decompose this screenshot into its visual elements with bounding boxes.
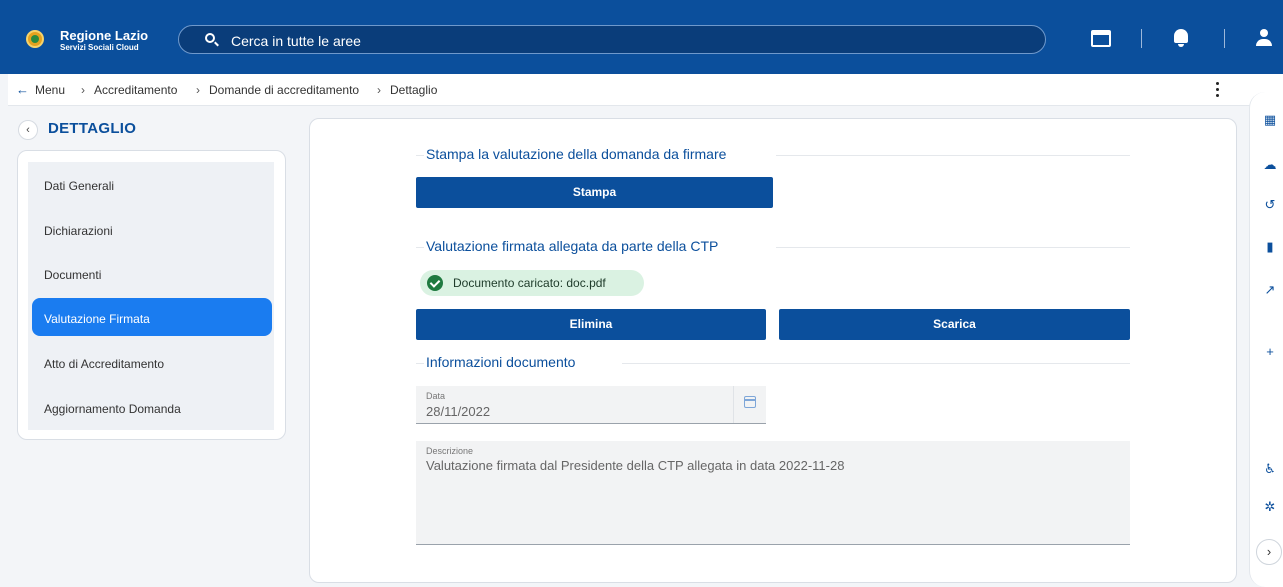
section-rule <box>776 155 1130 156</box>
section-title-print: Stampa la valutazione della domanda da f… <box>426 146 727 162</box>
section-title-signed: Valutazione firmata allegata da parte de… <box>426 238 719 254</box>
section-rule <box>416 155 424 156</box>
nav-item-aggiornamento-domanda[interactable]: Aggiornamento Domanda <box>32 388 272 426</box>
brand-subtitle: Servizi Sociali Cloud <box>60 43 139 52</box>
weather-icon[interactable]: ☁ <box>1263 158 1277 172</box>
header-divider <box>1141 29 1142 48</box>
breadcrumb-separator: › <box>81 83 85 97</box>
breadcrumb-dettaglio: Dettaglio <box>390 83 438 97</box>
section-rule <box>622 363 1130 364</box>
section-rule <box>416 363 424 364</box>
description-field-label: Descrizione <box>426 446 474 456</box>
global-search-input[interactable]: Cerca in tutte le aree <box>178 25 1046 54</box>
history-icon[interactable]: ↺ <box>1263 198 1277 212</box>
breadcrumb-separator: › <box>196 83 200 97</box>
nav-item-dichiarazioni[interactable]: Dichiarazioni <box>32 210 272 248</box>
brand-title: Regione Lazio <box>60 28 149 43</box>
breadcrumb: ← Menu › Accreditamento › Domande di acc… <box>8 74 1283 106</box>
more-options-icon[interactable] <box>1216 82 1220 98</box>
date-field-label: Data <box>426 391 446 401</box>
window-icon[interactable] <box>1091 30 1111 47</box>
bookmark-icon[interactable]: ▮ <box>1263 240 1277 254</box>
nav-item-valutazione-firmata[interactable]: Valutazione Firmata <box>32 298 272 336</box>
section-rule <box>776 247 1130 248</box>
sidebar-title: DETTAGLIO <box>48 120 137 137</box>
breadcrumb-separator: › <box>377 83 381 97</box>
accessibility-icon[interactable]: ♿ <box>1263 462 1277 476</box>
breadcrumb-menu[interactable]: Menu <box>35 83 65 97</box>
notifications-bell-icon[interactable] <box>1174 29 1188 47</box>
uploaded-document-chip: Documento caricato: doc.pdf <box>420 270 644 296</box>
breadcrumb-domande[interactable]: Domande di accreditamento <box>209 83 359 97</box>
date-field-value: 28/11/2022 <box>426 404 491 419</box>
description-field[interactable]: Descrizione Valutazione firmata dal Pres… <box>416 441 1130 545</box>
check-circle-icon <box>427 275 443 291</box>
date-field[interactable]: Data 28/11/2022 <box>416 386 766 424</box>
search-icon <box>205 33 215 43</box>
section-title-info: Informazioni documento <box>426 354 576 370</box>
nav-item-atto-accreditamento[interactable]: Atto di Accreditamento <box>32 343 272 381</box>
header-divider <box>1224 29 1225 48</box>
description-field-value: Valutazione firmata dal Presidente della… <box>426 458 845 473</box>
nav-item-documenti[interactable]: Documenti <box>32 254 272 292</box>
user-account-icon[interactable] <box>1254 28 1274 48</box>
download-button[interactable]: Scarica <box>779 309 1130 340</box>
back-arrow-icon[interactable]: ← <box>16 82 29 97</box>
calculator-icon[interactable]: ▦ <box>1263 113 1277 127</box>
calendar-icon[interactable] <box>744 396 756 408</box>
settings-icon[interactable]: ✲ <box>1263 500 1277 514</box>
field-divider <box>733 386 734 423</box>
trend-icon[interactable]: ↗ <box>1263 283 1277 297</box>
collapse-toolbar-button[interactable]: › <box>1256 539 1282 565</box>
delete-button[interactable]: Elimina <box>416 309 766 340</box>
nav-item-dati-generali[interactable]: Dati Generali <box>32 165 272 203</box>
section-rule <box>416 247 424 248</box>
breadcrumb-accreditamento[interactable]: Accreditamento <box>94 83 177 97</box>
print-button[interactable]: Stampa <box>416 177 773 208</box>
uploaded-document-text: Documento caricato: doc.pdf <box>453 276 606 290</box>
plus-icon[interactable]: + <box>1263 345 1277 359</box>
sidebar-back-button[interactable]: ‹ <box>18 120 38 140</box>
regione-lazio-logo-icon <box>26 30 44 48</box>
search-placeholder: Cerca in tutte le aree <box>231 33 361 49</box>
